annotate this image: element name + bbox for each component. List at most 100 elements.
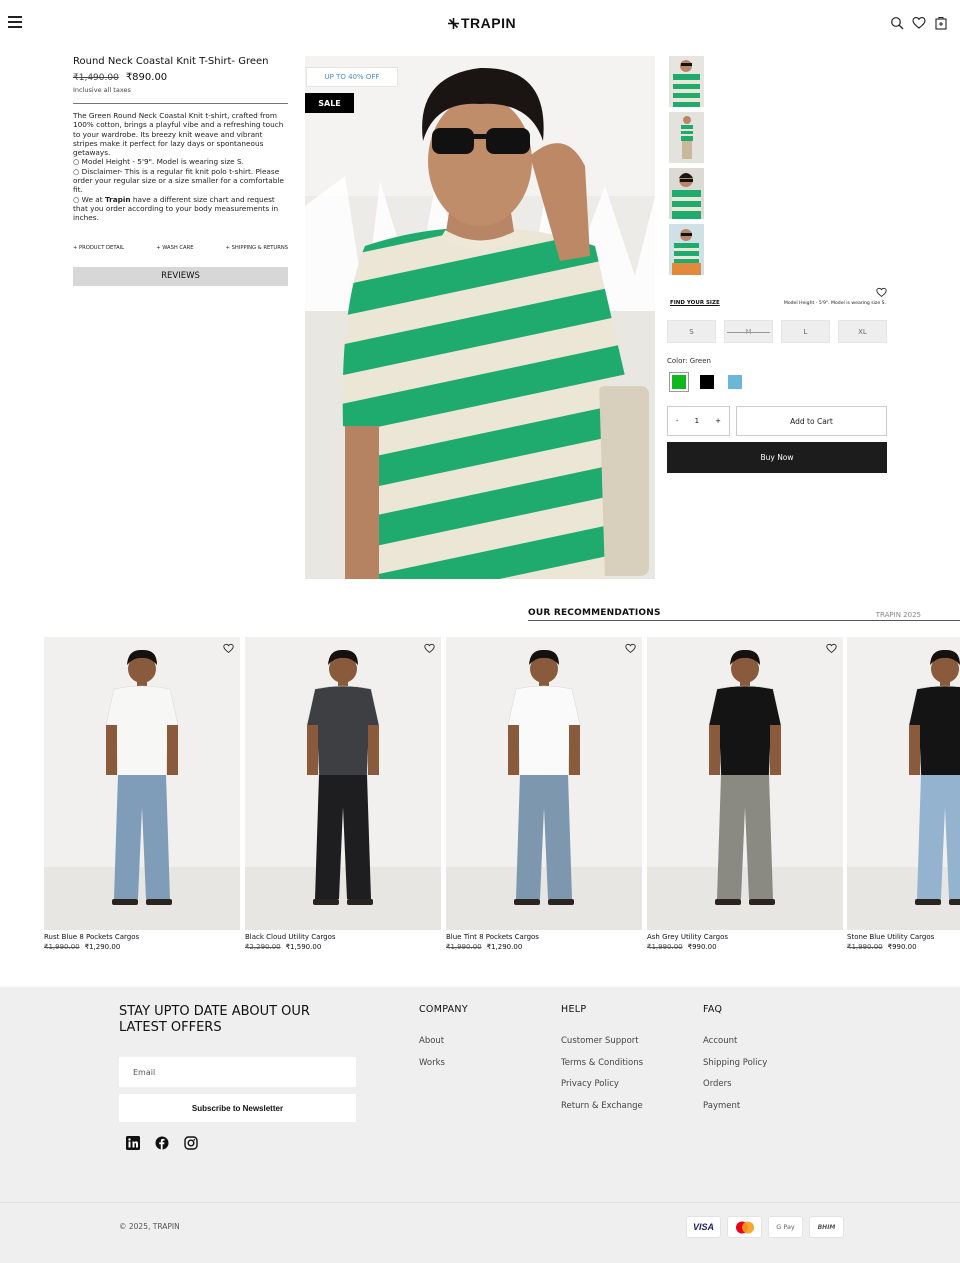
heart-icon[interactable]: [912, 16, 926, 30]
tab-shipping-returns[interactable]: SHIPPING & RETURNS: [226, 245, 288, 251]
product-card-name[interactable]: Stone Blue Utility Cargos: [847, 933, 960, 941]
product-description: The Green Round Neck Coastal Knit t-shir…: [73, 111, 288, 223]
add-to-cart-button[interactable]: Add to Cart: [736, 406, 887, 436]
footer-help-title: HELP: [561, 1004, 587, 1015]
qty-value[interactable]: 1: [695, 417, 699, 425]
tab-product-detail[interactable]: PRODUCT DETAIL: [73, 245, 124, 251]
product-card-image[interactable]: [647, 637, 843, 930]
footer-link-payment[interactable]: Payment: [703, 1101, 767, 1111]
description-bullet: ○ Model Height - 5'9". Model is wearing …: [73, 157, 244, 167]
search-icon[interactable]: [890, 16, 904, 30]
product-card-prices: ₹1,990.00 ₹1,290.00: [44, 943, 121, 951]
visa-icon: VISA: [686, 1216, 721, 1238]
logo-mark-icon: [448, 17, 459, 29]
footer-link-privacy[interactable]: Privacy Policy: [561, 1079, 643, 1089]
size-option-s[interactable]: S: [667, 320, 716, 343]
product-card-image[interactable]: [446, 637, 642, 930]
wishlist-heart-icon[interactable]: [223, 643, 234, 654]
copyright: © 2025, TRAPIN: [119, 1222, 180, 1231]
product-photo: [847, 637, 960, 930]
model-note: Model Height - 5'9". Model is wearing si…: [783, 300, 886, 306]
thumbnail-photo: [669, 56, 704, 107]
recommendations-header: OUR RECOMMENDATIONS TRAPIN 2025: [528, 608, 960, 621]
site-header: TRAPIN: [0, 0, 960, 48]
discount-badge: UP TO 40% OFF: [306, 67, 398, 87]
thumbnail-4[interactable]: [669, 224, 704, 275]
linkedin-icon[interactable]: [126, 1136, 140, 1150]
footer-link-account[interactable]: Account: [703, 1036, 767, 1046]
footer-divider: [0, 1202, 960, 1203]
description-text: The Green Round Neck Coastal Knit t-shir…: [73, 111, 284, 158]
qty-decrement[interactable]: -: [676, 417, 679, 425]
footer-link-works[interactable]: Works: [419, 1058, 468, 1068]
cart-icon[interactable]: [934, 16, 948, 30]
product-card[interactable]: Stone Blue Utility Cargos ₹1,990.00 ₹990.…: [847, 637, 960, 951]
footer-link-returns[interactable]: Return & Exchange: [561, 1101, 643, 1111]
facebook-icon[interactable]: [155, 1136, 169, 1150]
footer-link-shipping[interactable]: Shipping Policy: [703, 1058, 767, 1068]
wishlist-icon[interactable]: [876, 287, 887, 298]
qty-increment[interactable]: +: [715, 417, 721, 425]
recommendations-carousel: Rust Blue 8 Pockets Cargos ₹1,990.00 ₹1,2…: [44, 637, 960, 957]
social-links: [126, 1136, 198, 1150]
instagram-icon[interactable]: [184, 1136, 198, 1150]
product-card-prices: ₹1,990.00 ₹990.00: [847, 943, 917, 951]
size-option-l[interactable]: L: [781, 320, 830, 343]
description-bullet: ○ Disclaimer- This is a regular fit knit…: [73, 166, 284, 195]
product-card-image[interactable]: [44, 637, 240, 930]
footer-link-customer-support[interactable]: Customer Support: [561, 1036, 643, 1046]
thumbnail-1[interactable]: [669, 56, 704, 107]
subscribe-button[interactable]: Subscribe to Newsletter: [119, 1094, 356, 1122]
product-card-name[interactable]: Blue Tint 8 Pockets Cargos: [446, 933, 642, 941]
tab-wash-care[interactable]: WASH CARE: [156, 245, 193, 251]
product-card-image[interactable]: [245, 637, 441, 930]
gpay-icon: G Pay: [768, 1216, 803, 1238]
footer-link-about[interactable]: About: [419, 1036, 468, 1046]
wishlist-heart-icon[interactable]: [424, 643, 435, 654]
product-card-prices: ₹2,290.00 ₹1,590.00: [245, 943, 322, 951]
thumbnail-photo: [669, 112, 704, 163]
site-footer: STAY UPTO DATE ABOUT OUR LATEST OFFERS E…: [0, 987, 960, 1263]
product-card[interactable]: Rust Blue 8 Pockets Cargos ₹1,990.00 ₹1,2…: [44, 637, 240, 951]
product-card[interactable]: Blue Tint 8 Pockets Cargos ₹1,990.00 ₹1,2…: [446, 637, 642, 951]
detail-tabs: PRODUCT DETAIL WASH CARE SHIPPING & RETU…: [73, 245, 288, 251]
color-swatch-blue[interactable]: [725, 372, 745, 392]
color-swatch-black[interactable]: [697, 372, 717, 392]
footer-faq-title: FAQ: [703, 1004, 723, 1015]
logo-text: TRAPIN: [461, 15, 517, 31]
thumbnail-2[interactable]: [669, 112, 704, 163]
product-card-name[interactable]: Black Cloud Utility Cargos: [245, 933, 441, 941]
product-card[interactable]: Ash Grey Utility Cargos ₹1,990.00 ₹990.00: [647, 637, 843, 951]
product-card-image[interactable]: [847, 637, 960, 930]
main-product-image[interactable]: [305, 56, 655, 579]
size-option-m[interactable]: M: [724, 320, 773, 343]
email-input[interactable]: Email: [119, 1057, 356, 1087]
wishlist-heart-icon[interactable]: [625, 643, 636, 654]
thumbnail-photo: [669, 224, 704, 275]
reviews-button[interactable]: REVIEWS: [73, 266, 288, 286]
logo[interactable]: TRAPIN: [448, 15, 516, 31]
product-card-name[interactable]: Rust Blue 8 Pockets Cargos: [44, 933, 240, 941]
product-photo: [44, 637, 240, 930]
product-photo: [446, 637, 642, 930]
divider: [73, 103, 288, 104]
size-guide-row: FIND YOUR SIZE Model Height - 5'9". Mode…: [670, 300, 886, 306]
menu-icon[interactable]: [8, 16, 22, 30]
product-card-prices: ₹1,990.00 ₹990.00: [647, 943, 717, 951]
price-block: ₹1,490.00 ₹890.00: [73, 72, 288, 83]
footer-link-terms[interactable]: Terms & Conditions: [561, 1058, 643, 1068]
product-card-name[interactable]: Ash Grey Utility Cargos: [647, 933, 843, 941]
footer-link-orders[interactable]: Orders: [703, 1079, 767, 1089]
buy-now-button[interactable]: Buy Now: [667, 442, 887, 473]
wishlist-heart-icon[interactable]: [826, 643, 837, 654]
thumbnail-3[interactable]: [669, 168, 704, 219]
color-swatch-green[interactable]: [669, 372, 689, 392]
footer-company-title: COMPANY: [419, 1004, 468, 1015]
find-your-size-link[interactable]: FIND YOUR SIZE: [670, 300, 720, 306]
footer-faq: FAQ Account Shipping Policy Orders Payme…: [703, 1004, 767, 1122]
newsletter-title: STAY UPTO DATE ABOUT OUR LATEST OFFERS: [119, 1004, 310, 1035]
product-card[interactable]: Black Cloud Utility Cargos ₹2,290.00 ₹1,5…: [245, 637, 441, 951]
payment-methods: VISA G Pay BHIM: [686, 1216, 844, 1238]
size-option-xl[interactable]: XL: [838, 320, 887, 343]
thumbnail-photo: [669, 168, 704, 219]
